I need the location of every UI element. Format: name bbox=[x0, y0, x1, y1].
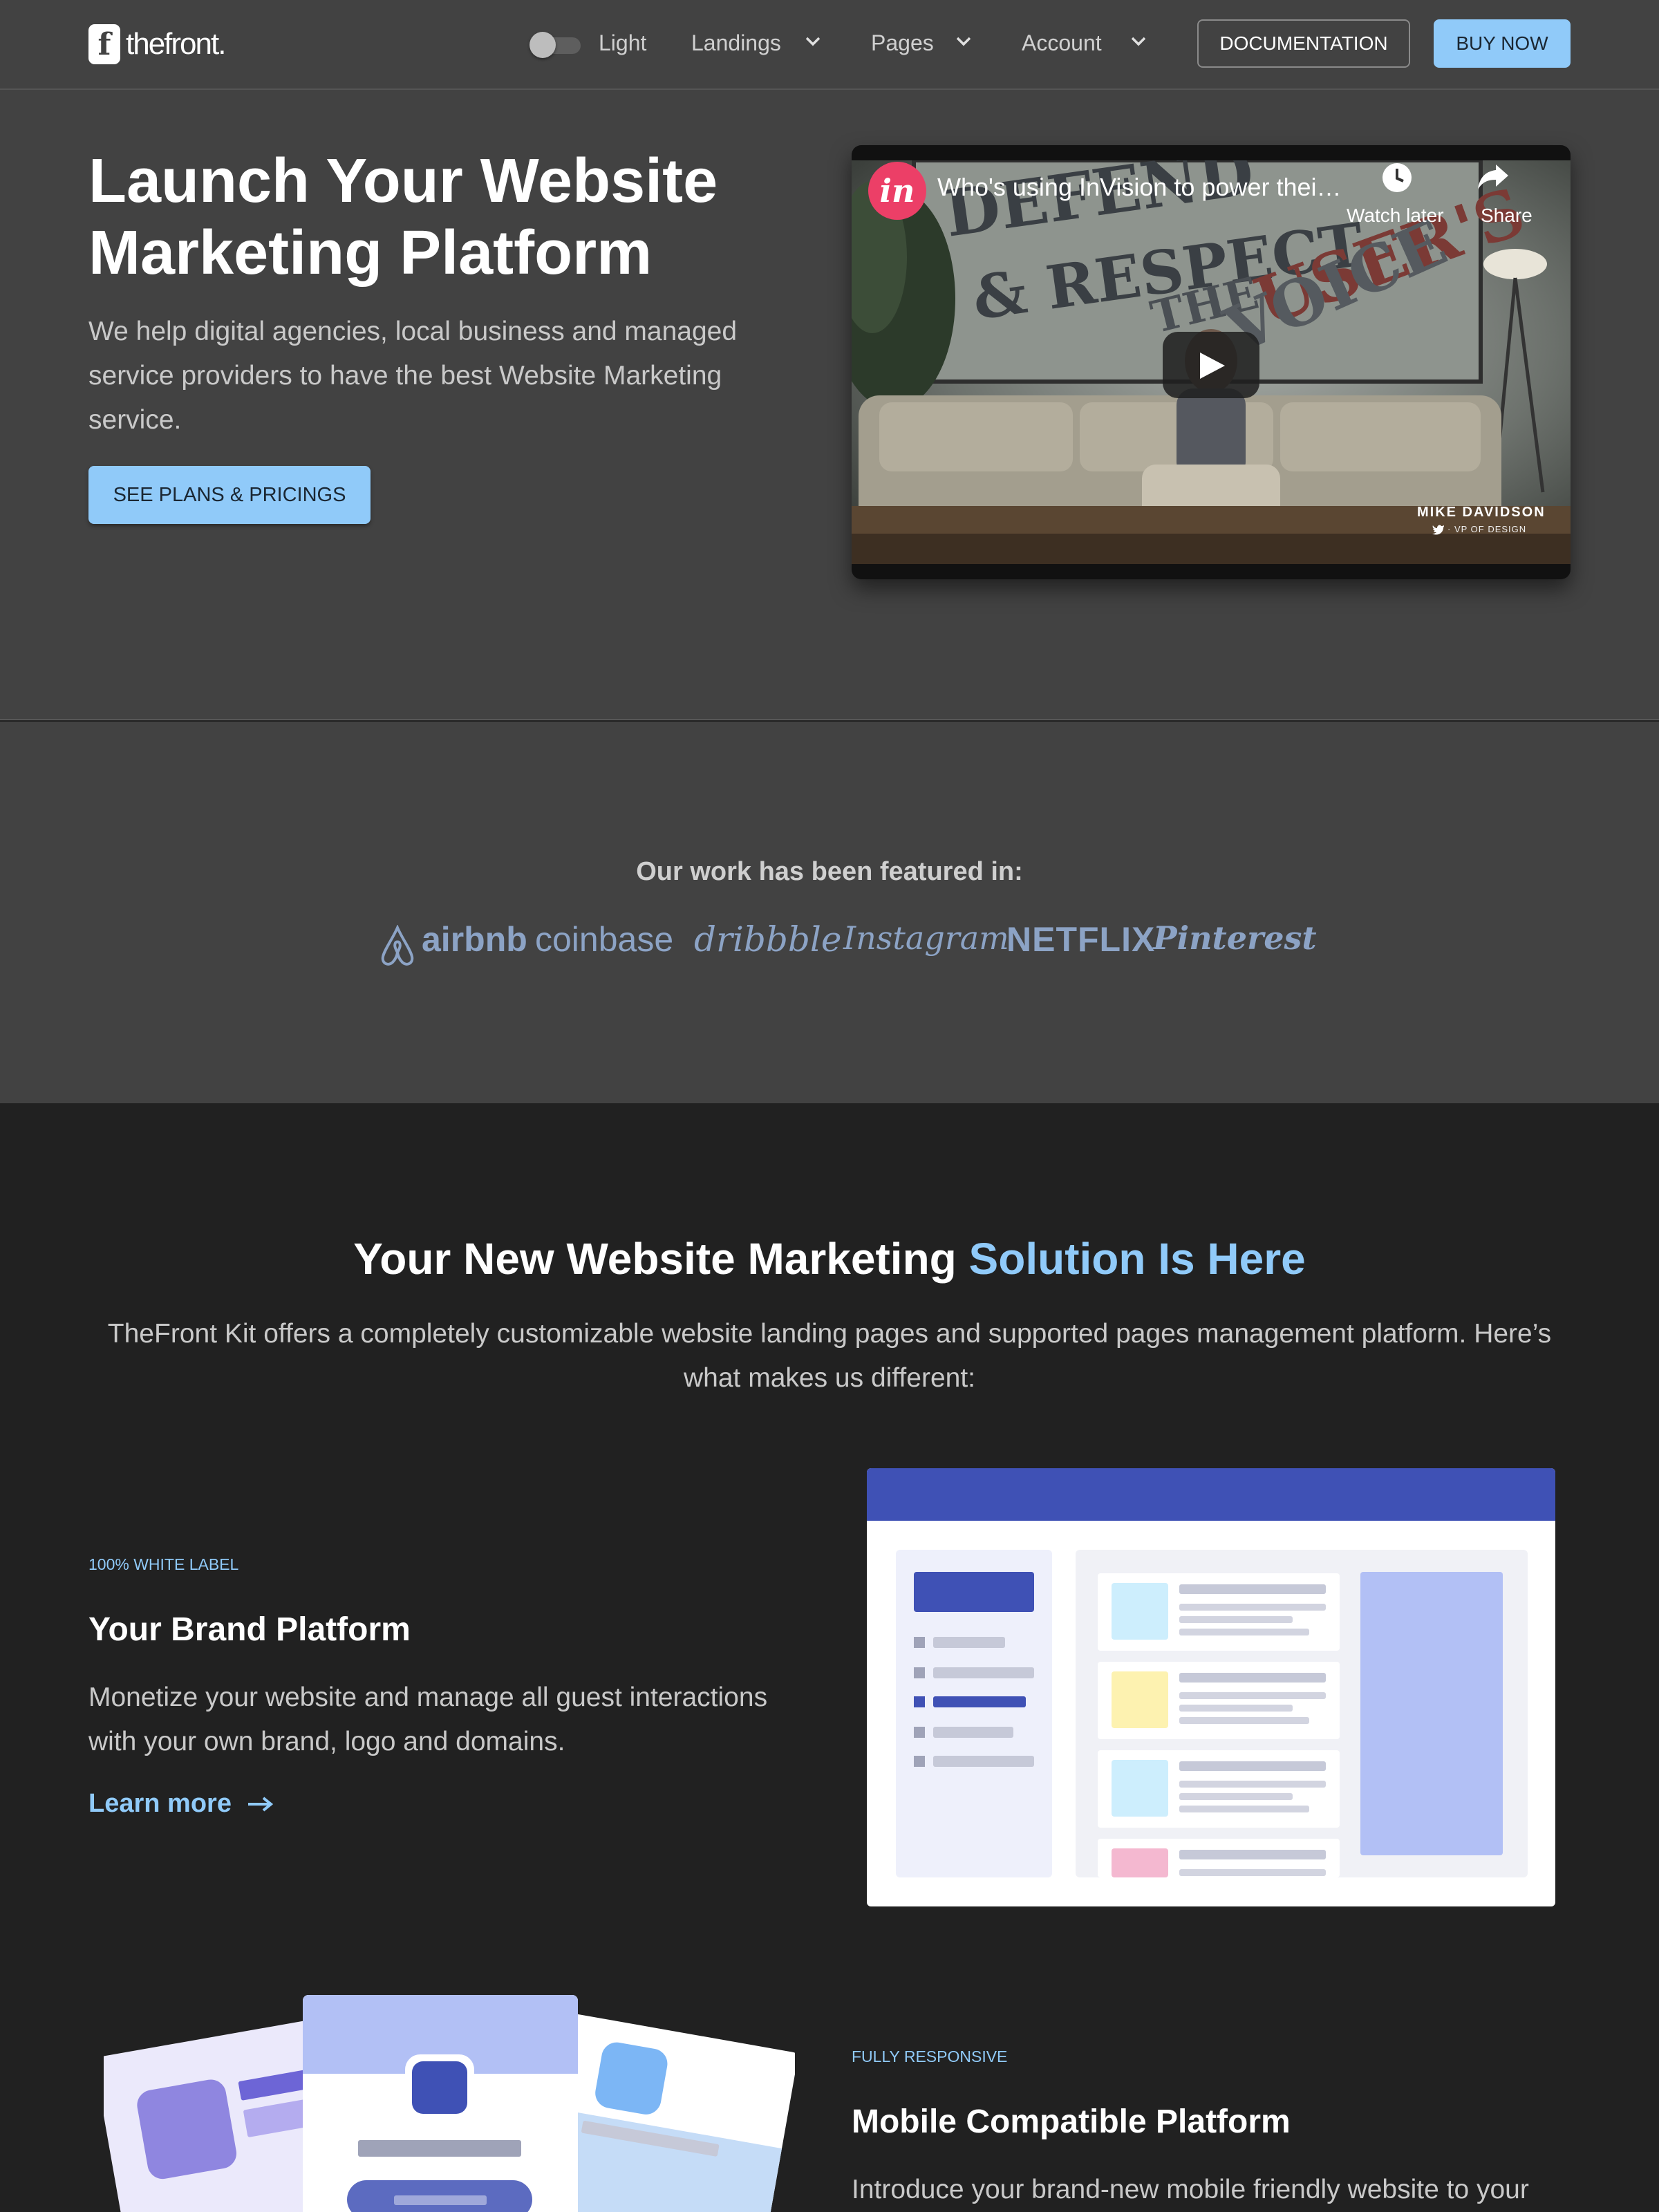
nav-account[interactable]: Account bbox=[1022, 30, 1102, 56]
solution-title-highlight: Solution Is Here bbox=[968, 1234, 1306, 1284]
logo-mark: f bbox=[88, 24, 120, 64]
featured-title: Our work has been featured in: bbox=[636, 857, 1023, 886]
brand-instagram: Instagram bbox=[843, 919, 1009, 957]
twitter-icon bbox=[1432, 525, 1444, 535]
clock-icon[interactable] bbox=[1381, 162, 1413, 194]
documentation-button[interactable]: DOCUMENTATION bbox=[1197, 19, 1410, 68]
svg-text:in: in bbox=[880, 172, 915, 209]
airbnb-logo-icon bbox=[381, 925, 414, 966]
chevron-down-icon[interactable] bbox=[804, 35, 822, 48]
chevron-down-icon[interactable] bbox=[1130, 35, 1147, 48]
hero-title: Launch Your Website Marketing Platform bbox=[88, 147, 718, 288]
video-player[interactable]: DEFEND & RESPECT THE USER'S VOICE in Who… bbox=[852, 145, 1571, 579]
theme-label: Light bbox=[599, 30, 647, 55]
solution-title-main: Your New Website Marketing bbox=[353, 1234, 957, 1284]
nav-pages[interactable]: Pages bbox=[871, 30, 934, 56]
brand-airbnb: airbnb bbox=[422, 920, 527, 959]
brand-pinterest: Pinterest bbox=[1153, 919, 1317, 957]
brand-coinbase: coinbase bbox=[535, 920, 674, 959]
feature-description: Monetize your website and manage all gue… bbox=[88, 1683, 768, 1756]
feature-title: Your Brand Platform bbox=[88, 1611, 411, 1648]
hero-subtitle: We help digital agencies, local business… bbox=[88, 317, 738, 435]
feature-title: Mobile Compatible Platform bbox=[852, 2103, 1291, 2140]
arrow-right-icon bbox=[247, 1796, 274, 1812]
chevron-down-icon[interactable] bbox=[955, 35, 973, 48]
learn-more-link[interactable]: Learn more bbox=[88, 1789, 274, 1819]
toggle-thumb-icon bbox=[529, 32, 556, 58]
video-credit-name: MIKE DAVIDSON bbox=[1417, 505, 1546, 520]
logo[interactable]: f thefront. bbox=[88, 24, 226, 65]
brand-netflix: NETFLIX bbox=[1006, 920, 1156, 959]
feature-description: Introduce your brand-new mobile friendly… bbox=[852, 2175, 1529, 2204]
buy-now-button[interactable]: BUY NOW bbox=[1434, 19, 1571, 68]
share-icon[interactable] bbox=[1477, 162, 1511, 194]
play-button[interactable] bbox=[1163, 332, 1259, 398]
solution-description: TheFront Kit offers a completely customi… bbox=[107, 1319, 1552, 1393]
logo-text: thefront. bbox=[126, 27, 226, 61]
solution-title: Your New Website Marketing Solution Is H… bbox=[0, 1233, 1659, 1284]
see-plans-button[interactable]: SEE PLANS & PRICINGS bbox=[88, 466, 371, 524]
brand-dribbble: dribbble bbox=[694, 919, 842, 959]
watch-later-button[interactable]: Watch later bbox=[1347, 205, 1444, 227]
mobile-devices-illustration bbox=[104, 1995, 795, 2212]
invision-logo-icon[interactable]: in bbox=[868, 162, 926, 220]
video-credit-role: · VP OF DESIGN bbox=[1447, 524, 1527, 534]
hero-section: Launch Your Website Marketing Platform W… bbox=[0, 90, 1659, 720]
featured-section: Our work has been featured in: airbnb co… bbox=[0, 722, 1659, 1103]
theme-toggle[interactable] bbox=[529, 32, 582, 58]
feature-eyebrow: FULLY RESPONSIVE bbox=[852, 2047, 1008, 2065]
dashboard-illustration bbox=[867, 1468, 1555, 1906]
nav-landings[interactable]: Landings bbox=[691, 30, 781, 56]
play-icon bbox=[1200, 353, 1225, 379]
feature-eyebrow: 100% WHITE LABEL bbox=[88, 1555, 239, 1573]
video-title[interactable]: Who's using InVision to power thei… bbox=[937, 173, 1342, 202]
learn-more-label: Learn more bbox=[88, 1789, 232, 1818]
share-button[interactable]: Share bbox=[1481, 205, 1533, 227]
site-header: f thefront. Light Landings Pages Account… bbox=[0, 0, 1659, 90]
